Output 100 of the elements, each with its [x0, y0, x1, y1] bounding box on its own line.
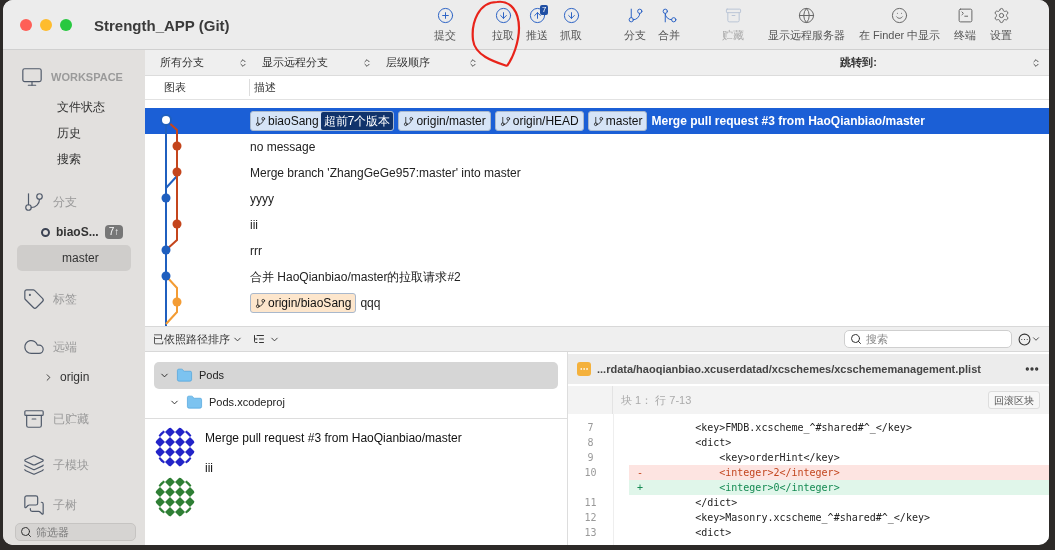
toolbar-icon	[528, 7, 546, 25]
section-icon	[23, 191, 45, 213]
line-number: 11	[583, 496, 598, 510]
code-text: <integer>2</integer>	[718, 466, 840, 480]
zoom-button[interactable]	[60, 18, 72, 31]
view-mode-menu[interactable]	[253, 333, 280, 345]
hunk-label: 块 1： 行 7-13	[621, 392, 692, 408]
tree-row[interactable]: Pods.xcodeproj	[154, 389, 558, 416]
toolbar-button[interactable]: 拉取	[492, 5, 514, 44]
branch-name: origin/biaoSang	[268, 295, 353, 312]
close-button[interactable]	[20, 18, 32, 31]
commit-message: iii	[250, 217, 258, 234]
branch-filter-select[interactable]: 层级顺序	[386, 54, 468, 71]
toolbar-button[interactable]: 分支	[624, 5, 646, 44]
list-tree-icon	[253, 333, 265, 345]
toolbar-icon	[436, 7, 454, 25]
ahead-badge: 7↑	[104, 225, 124, 239]
toolbar-button[interactable]: 合并	[658, 5, 680, 44]
commit-row[interactable]: biaoSang 超前7个版本 origin/master origin/HEAD master Merge pull request #3 from HaoQianbiao/master	[145, 108, 1049, 134]
toolbar-icon	[891, 7, 909, 25]
commit-message: rrr	[250, 243, 262, 260]
branch-icon	[403, 115, 415, 127]
toolbar-icon	[992, 7, 1010, 25]
filter-input[interactable]: 筛选器	[36, 523, 126, 541]
toolbar-button[interactable]: 提交	[434, 5, 456, 44]
commit-node	[161, 245, 171, 255]
sidebar-item[interactable]: 文件状态	[13, 94, 135, 120]
folder-icon	[186, 394, 203, 411]
branch-name: biaoSang	[268, 113, 319, 130]
commit-body: iii	[205, 460, 214, 477]
sidebar-item[interactable]: origin	[3, 364, 145, 390]
toolbar-icon	[660, 7, 678, 25]
commit-node	[172, 297, 182, 307]
section-label: 子模块	[53, 457, 89, 474]
discard-hunk-button[interactable]: 回滚区块	[988, 391, 1040, 409]
commit-node	[172, 141, 182, 151]
toolbar-icon	[562, 7, 580, 25]
toolbar-button[interactable]: 7 推送	[526, 5, 548, 44]
avatar	[155, 477, 195, 517]
toolbar-button[interactable]: 在 Finder 中显示	[859, 5, 941, 44]
code-text: <key>FMDB.xcscheme_^#shared#^_</key>	[694, 421, 912, 435]
commit-row[interactable]: no message	[145, 134, 1049, 160]
line-number: 9	[586, 451, 595, 465]
sidebar-item[interactable]: 搜索	[13, 146, 135, 172]
commit-row[interactable]: 合并 HaoQianbiao/master的拉取请求#2	[145, 264, 1049, 290]
branch-icon	[592, 115, 604, 127]
toolbar-button[interactable]: 显示远程服务器	[768, 5, 845, 44]
sidebar-item[interactable]: 历史	[13, 120, 135, 146]
commit-row[interactable]: yyyy	[145, 186, 1049, 212]
commit-node	[172, 219, 182, 229]
select-icon	[468, 57, 478, 68]
commit-message: no message	[250, 139, 316, 156]
sidebar-item[interactable]: biaoS... 7↑	[17, 219, 131, 245]
search-field[interactable]: 搜索	[844, 330, 1012, 348]
line-number: 8	[586, 436, 595, 450]
commit-row[interactable]: rrr	[145, 238, 1049, 264]
section-icon	[23, 454, 45, 476]
column-header[interactable]: 描述	[254, 79, 276, 96]
more-menu[interactable]	[1018, 332, 1041, 346]
toolbar-icon	[494, 7, 512, 25]
branch-filter-select[interactable]: 所有分支	[160, 54, 238, 71]
code-text: <integer>0</integer>	[718, 481, 840, 495]
file-icon	[577, 362, 591, 376]
avatar	[155, 427, 195, 467]
window-title: Strength_APP (Git)	[94, 16, 230, 36]
section-label: 远端	[53, 339, 77, 356]
commit-node	[172, 167, 182, 177]
section-label: 已贮藏	[53, 411, 89, 428]
tree-row[interactable]: Pods	[154, 362, 558, 389]
commit-node	[160, 114, 172, 126]
line-number: 13	[583, 526, 598, 540]
commit-node	[161, 271, 171, 281]
toolbar-button[interactable]: 终端	[954, 5, 977, 44]
diff-sign: -	[637, 466, 645, 480]
toolbar-icon	[798, 7, 815, 25]
sidebar-item[interactable]: master	[17, 245, 131, 271]
commit-row[interactable]: origin/biaoSang qqq	[145, 290, 1049, 316]
filter-field[interactable]: 筛选器	[15, 523, 136, 541]
commit-row[interactable]: iii	[145, 212, 1049, 238]
search-icon	[850, 333, 862, 345]
toolbar-icon	[724, 7, 742, 25]
commit-row[interactable]: Merge branch 'ZhangGeGe957:master' into master	[145, 160, 1049, 186]
code-text: <dict>	[694, 526, 732, 540]
section-label: 子树	[53, 497, 77, 514]
search-icon	[20, 526, 32, 538]
current-branch-icon	[41, 227, 50, 237]
toolbar-icon	[626, 7, 644, 25]
column-header[interactable]: 图表	[164, 79, 250, 96]
section-label: 分支	[53, 194, 77, 211]
code-text: <key>Masonry.xcscheme_^#shared#^_</key>	[694, 511, 930, 525]
folder-name: Pods.xcodeproj	[209, 395, 285, 411]
commit-message: qqq	[360, 295, 381, 312]
sort-menu[interactable]: 已依照路径排序	[153, 330, 243, 348]
remote-name: origin	[60, 369, 90, 386]
branch-filter-select[interactable]: 显示远程分支	[262, 54, 362, 71]
commit-message: Merge pull request #3 from HaoQianbiao/master	[651, 113, 925, 130]
search-input[interactable]: 搜索	[866, 330, 996, 348]
toolbar-button[interactable]: 抓取	[560, 5, 582, 44]
jump-to-select[interactable]: 跳转到:	[840, 54, 877, 71]
toolbar-button[interactable]: 设置	[990, 5, 1013, 44]
